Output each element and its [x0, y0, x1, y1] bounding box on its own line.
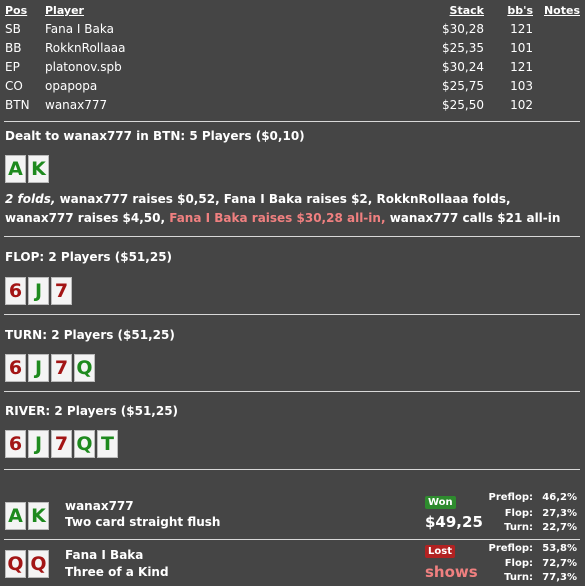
playing-card: J [28, 354, 49, 382]
player-stack: $25,75 [442, 79, 484, 93]
shows-label: shows [425, 563, 478, 581]
showdown-player-name: wanax777 [65, 499, 134, 513]
action-folds: 2 folds, [5, 192, 56, 206]
playing-card: K [28, 502, 49, 530]
playing-card: A [5, 502, 26, 530]
equity-label: Turn: [504, 522, 533, 533]
equity-label: Flop: [504, 508, 533, 519]
player-stack: $25,50 [442, 98, 484, 112]
player-name: RokknRollaaa [45, 41, 126, 55]
player-pos: CO [5, 79, 23, 93]
player-name: platonov.spb [45, 60, 122, 74]
playing-card: A [5, 155, 26, 183]
player-stack: $30,24 [442, 60, 484, 74]
header-player: Player [45, 4, 84, 17]
playing-card: Q [74, 354, 95, 382]
lost-badge: Lost [425, 545, 455, 558]
won-badge: Won [425, 496, 456, 509]
preflop-title: Dealt to wanax777 in BTN: 5 Players ($0,… [5, 129, 305, 143]
playing-card: K [28, 155, 49, 183]
player-row: CO opapopa $25,75 103 [0, 79, 585, 98]
playing-card: Q [5, 550, 26, 578]
playing-card: J [28, 277, 49, 305]
equity-value: 72,7% [542, 558, 577, 569]
player-bbs: 103 [510, 79, 533, 93]
header-pos: Pos [5, 4, 28, 17]
player-bbs: 102 [510, 98, 533, 112]
turn-cards: 6 J 7 Q [5, 354, 97, 382]
header-bbs: bb's [507, 4, 533, 17]
playing-card: T [97, 430, 118, 458]
playing-card: Q [28, 550, 49, 578]
player-pos: SB [5, 22, 21, 36]
player-bbs: 121 [510, 60, 533, 74]
divider [4, 469, 580, 470]
player-stack: $25,35 [442, 41, 484, 55]
playing-card: 6 [5, 277, 26, 305]
equity-label: Preflop: [488, 543, 533, 554]
equity-label: Flop: [504, 558, 533, 569]
equity-value: 22,7% [542, 522, 577, 533]
player-row: BTN wanax777 $25,50 102 [0, 98, 585, 117]
equity-value: 77,3% [542, 572, 577, 583]
playing-card: 7 [51, 430, 72, 458]
action-allin: Fana I Baka raises $30,28 all-in, [169, 211, 386, 225]
showdown-player-name: Fana I Baka [65, 548, 144, 562]
showdown-hand: Two card straight flush [65, 515, 221, 529]
player-bbs: 121 [510, 22, 533, 36]
equity-value: 27,3% [542, 508, 577, 519]
playing-card: 6 [5, 354, 26, 382]
flop-cards: 6 J 7 [5, 277, 74, 305]
player-pos: BTN [5, 98, 30, 112]
playing-card: J [28, 430, 49, 458]
player-bbs: 101 [510, 41, 533, 55]
divider [4, 236, 580, 237]
equity-value: 53,8% [542, 543, 577, 554]
divider [4, 314, 580, 315]
playing-card: Q [74, 430, 95, 458]
river-cards: 6 J 7 Q T [5, 430, 120, 458]
playing-card: 7 [51, 277, 72, 305]
player-stack: $30,28 [442, 22, 484, 36]
showdown-cards: A K [5, 502, 51, 530]
playing-card: 7 [51, 354, 72, 382]
header-notes: Notes [543, 4, 580, 17]
player-row: EP platonov.spb $30,24 121 [0, 60, 585, 79]
showdown-cards: Q Q [5, 550, 51, 578]
showdown-hand: Three of a Kind [65, 565, 169, 579]
player-pos: EP [5, 60, 20, 74]
player-name: opapopa [45, 79, 98, 93]
player-name: wanax777 [45, 98, 108, 112]
preflop-action: 2 folds, wanax777 raises $0,52, Fana I B… [5, 190, 580, 228]
divider [4, 539, 580, 540]
equity-label: Preflop: [488, 492, 533, 503]
flop-title: FLOP: 2 Players ($51,25) [5, 250, 173, 264]
player-row: BB RokknRollaaa $25,35 101 [0, 41, 585, 60]
hole-cards: A K [5, 155, 51, 183]
divider [4, 121, 580, 122]
divider [4, 391, 580, 392]
playing-card: 6 [5, 430, 26, 458]
header-stack: Stack [449, 4, 484, 17]
player-pos: BB [5, 41, 22, 55]
turn-title: TURN: 2 Players ($51,25) [5, 328, 175, 342]
action-call: wanax777 calls $21 all-in [385, 211, 561, 225]
player-row: SB Fana I Baka $30,28 121 [0, 22, 585, 41]
equity-value: 46,2% [542, 492, 577, 503]
player-name: Fana I Baka [45, 22, 114, 36]
equity-label: Turn: [504, 572, 533, 583]
river-title: RIVER: 2 Players ($51,25) [5, 404, 179, 418]
